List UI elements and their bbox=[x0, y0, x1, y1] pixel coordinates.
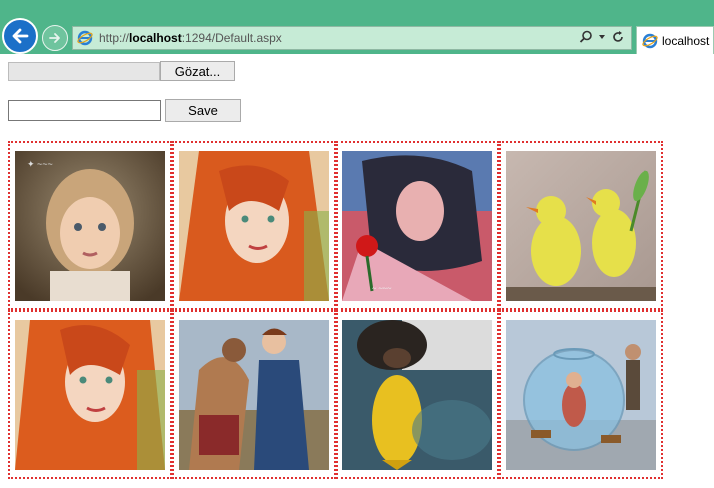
browser-toolbar: http://localhost:1294/Default.aspx local… bbox=[0, 0, 714, 54]
woman-with-rose-image[interactable]: ~ ~~~ bbox=[342, 150, 493, 301]
browser-tab[interactable]: localhost bbox=[636, 26, 714, 54]
gallery-cell bbox=[499, 141, 663, 310]
address-bar[interactable]: http://localhost:1294/Default.aspx bbox=[72, 26, 632, 50]
gallery-row: ✦ ~~~ ~ ~~~ bbox=[8, 141, 663, 310]
url-text: http://localhost:1294/Default.aspx bbox=[99, 31, 282, 45]
gallery-cell bbox=[335, 310, 500, 479]
redhead-portrait-2-image[interactable] bbox=[14, 319, 165, 470]
gallery-cell bbox=[499, 310, 663, 479]
girl-portrait-image[interactable]: ✦ ~~~ bbox=[14, 150, 165, 301]
ie-logo-icon bbox=[77, 30, 93, 46]
url-path: :1294/Default.aspx bbox=[181, 31, 282, 45]
text-input[interactable] bbox=[8, 100, 161, 121]
url-prefix: http:// bbox=[99, 31, 130, 45]
fishbowl-art-image[interactable] bbox=[506, 319, 657, 470]
two-women-painting-image[interactable] bbox=[178, 319, 329, 470]
svg-text:~ ~~~: ~ ~~~ bbox=[372, 284, 392, 293]
forward-button[interactable] bbox=[42, 25, 68, 51]
ie-logo-icon bbox=[642, 33, 658, 48]
yellow-birds-image[interactable] bbox=[506, 150, 657, 301]
redhead-portrait-image[interactable] bbox=[178, 150, 329, 301]
gallery-cell bbox=[171, 141, 336, 310]
url-host: localhost bbox=[129, 31, 182, 45]
file-path-field[interactable] bbox=[8, 62, 160, 81]
back-arrow-icon bbox=[12, 28, 29, 44]
svg-text:✦ ~~~: ✦ ~~~ bbox=[27, 159, 53, 169]
refresh-icon[interactable] bbox=[611, 30, 625, 44]
forward-arrow-icon bbox=[49, 33, 60, 43]
tab-title: localhost bbox=[662, 33, 710, 48]
save-button[interactable]: Save bbox=[165, 99, 241, 122]
dropdown-icon[interactable] bbox=[598, 33, 606, 41]
gallery-row bbox=[8, 310, 663, 479]
gallery-cell bbox=[171, 310, 336, 479]
search-icon[interactable] bbox=[579, 30, 593, 44]
gallery-cell bbox=[8, 310, 172, 479]
image-gallery: ✦ ~~~ ~ ~~~ bbox=[8, 141, 663, 479]
gallery-cell: ✦ ~~~ bbox=[8, 141, 172, 310]
dog-and-fish-image[interactable] bbox=[342, 319, 493, 470]
browse-button[interactable]: Gözat... bbox=[160, 61, 235, 81]
back-button[interactable] bbox=[2, 18, 38, 54]
gallery-cell: ~ ~~~ bbox=[335, 141, 500, 310]
